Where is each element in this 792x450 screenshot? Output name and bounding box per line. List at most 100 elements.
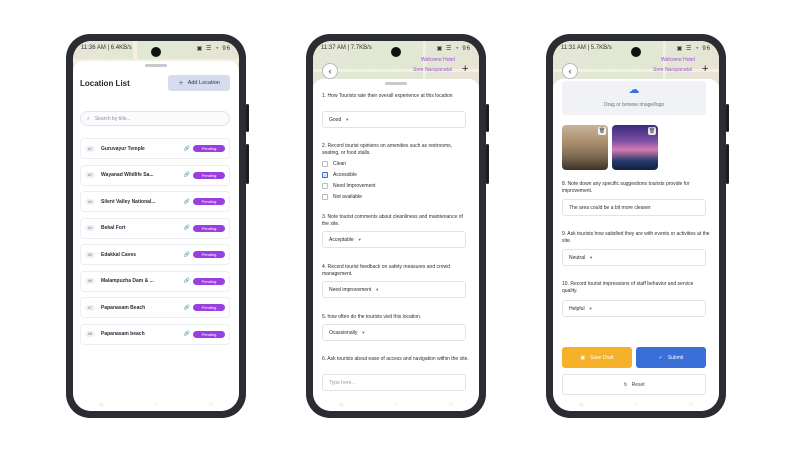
caret-down-icon: ▼ bbox=[357, 237, 362, 242]
q8-input[interactable]: The area could be a bit more cleaner bbox=[562, 199, 706, 216]
q9-value: Neutral bbox=[569, 254, 586, 261]
nav-home-icon[interactable]: ○ bbox=[395, 402, 398, 408]
question-3: 3. Note tourist comments about cleanline… bbox=[322, 214, 463, 227]
item-name: Papanasam beach bbox=[101, 331, 145, 337]
save-draft-button[interactable]: ▣ Save Draft bbox=[562, 347, 632, 368]
q8-value: The area could be a bit more cleaner bbox=[569, 204, 651, 211]
link-icon[interactable]: 🔗 bbox=[184, 278, 190, 284]
link-icon[interactable]: 🔗 bbox=[184, 172, 190, 178]
checkbox-accessible[interactable]: ✓ Accessible bbox=[322, 172, 357, 178]
checkbox-need-improvement[interactable]: Need Improvement bbox=[322, 183, 376, 189]
checkbox-not-available[interactable]: Not available bbox=[322, 194, 362, 200]
list-item[interactable]: #5 Edakkal Caves 🔗 Pending bbox=[80, 244, 230, 265]
checkbox-clean[interactable]: Clean bbox=[322, 161, 346, 167]
list-item[interactable]: #4 Bekal Fort 🔗 Pending bbox=[80, 217, 230, 239]
list-item[interactable]: #3 Silent Valley National... 🔗 Pending bbox=[80, 191, 230, 212]
plus-icon: ＋ bbox=[178, 81, 184, 87]
question-1: 1. How Tourists rate their overall exper… bbox=[322, 93, 453, 99]
nav-home-icon[interactable]: ○ bbox=[155, 402, 158, 408]
q1-value: Good bbox=[329, 116, 342, 123]
phone-survey-form-end: Welcome Hotel Sree Narayanatal 11:31 AM … bbox=[546, 34, 729, 418]
list-item[interactable]: #6 Malampuzha Dam & ... 🔗 Pending bbox=[80, 270, 230, 292]
link-icon[interactable]: 🔗 bbox=[184, 199, 190, 205]
list-item[interactable]: #1 Guruvayur Temple 🔗 Pending bbox=[80, 138, 230, 159]
nav-back-icon[interactable]: ◁ bbox=[339, 402, 343, 408]
check-icon: ✓ bbox=[658, 354, 663, 361]
link-icon[interactable]: 🔗 bbox=[184, 305, 190, 311]
trash-icon[interactable]: 🗑 bbox=[598, 127, 606, 135]
q6-placeholder: Type here... bbox=[329, 379, 356, 386]
plus-icon: + bbox=[702, 63, 709, 75]
status-icons: ▣ ☰ ◔ 96 bbox=[436, 46, 471, 52]
list-item[interactable]: #8 Papanasam beach 🔗 Pending bbox=[80, 323, 230, 345]
q10-value: Helpful bbox=[569, 305, 585, 312]
q1-select[interactable]: Good ▼ bbox=[322, 111, 466, 128]
status-badge: Pending bbox=[193, 224, 225, 232]
q10-select[interactable]: Helpful ▼ bbox=[562, 300, 706, 317]
reset-button[interactable]: ↻ Reset bbox=[562, 374, 706, 395]
checkbox-box[interactable] bbox=[322, 183, 328, 189]
front-camera bbox=[151, 47, 161, 57]
checkbox-box[interactable]: ✓ bbox=[322, 172, 328, 178]
chevron-left-icon: ‹ bbox=[568, 66, 572, 76]
list-item[interactable]: #7 Papanasam Beach 🔗 Pending bbox=[80, 297, 230, 318]
status-time: 11:37 AM | 7.7KB/s bbox=[321, 45, 372, 51]
checkbox-box[interactable] bbox=[322, 194, 328, 200]
q6-input[interactable]: Type here... bbox=[322, 374, 466, 391]
item-number: #6 bbox=[85, 278, 95, 284]
caret-down-icon: ▼ bbox=[375, 287, 380, 292]
q4-select[interactable]: Need improvement ▼ bbox=[322, 281, 466, 298]
sheet-handle[interactable] bbox=[385, 82, 407, 85]
system-nav-bar: ◁ ○ □ bbox=[73, 399, 239, 411]
status-badge: Pending bbox=[193, 251, 225, 258]
add-button[interactable]: + bbox=[702, 63, 708, 75]
checkbox-box[interactable] bbox=[322, 161, 328, 167]
item-name: Silent Valley National... bbox=[101, 198, 156, 205]
screen: 11:36 AM | 6.4KB/s ▣ ☰ ◔ 96 Location Lis… bbox=[73, 41, 239, 411]
link-icon[interactable]: 🔗 bbox=[184, 331, 190, 337]
submit-button[interactable]: ✓ Submit bbox=[636, 347, 706, 368]
status-time: 11:36 AM | 6.4KB/s bbox=[81, 45, 132, 51]
item-name: Guruvayur Temple bbox=[101, 145, 145, 152]
search-input[interactable]: ⌕ Search by title... bbox=[80, 111, 230, 126]
add-button[interactable]: + bbox=[462, 63, 468, 75]
power-button bbox=[486, 144, 489, 184]
caret-down-icon: ▼ bbox=[589, 255, 594, 260]
trash-icon[interactable]: 🗑 bbox=[648, 127, 656, 135]
question-5: 5. how often do the tourists visit this … bbox=[322, 314, 422, 320]
link-icon[interactable]: 🔗 bbox=[184, 225, 190, 231]
volume-button bbox=[246, 104, 249, 132]
item-name: Papanasam Beach bbox=[101, 304, 146, 311]
screen: Welcome Hotel Sree Narayanatal 11:31 AM … bbox=[553, 41, 719, 411]
q3-select[interactable]: Acceptable ▼ bbox=[322, 231, 466, 248]
back-button[interactable]: ‹ bbox=[322, 63, 338, 79]
q5-select[interactable]: Ocassionally ▼ bbox=[322, 324, 466, 341]
list-item[interactable]: #2 Wayanad Wildlife Sa... 🔗 Pending bbox=[80, 164, 230, 186]
caret-down-icon: ▼ bbox=[345, 117, 350, 122]
phone-location-list: 11:36 AM | 6.4KB/s ▣ ☰ ◔ 96 Location Lis… bbox=[66, 34, 249, 418]
checkbox-label: Need Improvement bbox=[333, 183, 376, 189]
nav-back-icon[interactable]: ◁ bbox=[99, 402, 103, 408]
link-icon[interactable]: 🔗 bbox=[184, 146, 190, 152]
plus-icon: + bbox=[462, 63, 469, 75]
image-upload-dropzone[interactable]: ☁ Drag or browse image/logo bbox=[562, 81, 706, 115]
sheet-handle[interactable] bbox=[145, 64, 167, 67]
nav-home-icon[interactable]: ○ bbox=[635, 402, 638, 408]
question-8: 8. Note down any specific suggestions to… bbox=[562, 181, 690, 194]
question-4: 4. Record tourist feedback on safety mea… bbox=[322, 264, 450, 277]
uploaded-image-thumbnail[interactable]: 🗑 bbox=[562, 125, 608, 170]
status-icons: ▣ ☰ ◔ 96 bbox=[676, 46, 711, 52]
back-button[interactable]: ‹ bbox=[562, 63, 578, 79]
nav-recent-icon[interactable]: □ bbox=[210, 402, 213, 408]
nav-recent-icon[interactable]: □ bbox=[450, 402, 453, 408]
system-nav-bar: ◁ ○ □ bbox=[553, 399, 719, 411]
status-badge: Pending bbox=[193, 330, 225, 338]
checkbox-label: Clean bbox=[333, 161, 347, 167]
uploaded-image-thumbnail[interactable]: 🗑 bbox=[612, 125, 658, 170]
page-title: Location List bbox=[80, 79, 130, 88]
q9-select[interactable]: Neutral ▼ bbox=[562, 249, 706, 266]
add-location-button[interactable]: ＋ Add Location bbox=[168, 75, 230, 91]
nav-recent-icon[interactable]: □ bbox=[690, 402, 693, 408]
link-icon[interactable]: 🔗 bbox=[184, 252, 190, 258]
nav-back-icon[interactable]: ◁ bbox=[579, 402, 583, 408]
